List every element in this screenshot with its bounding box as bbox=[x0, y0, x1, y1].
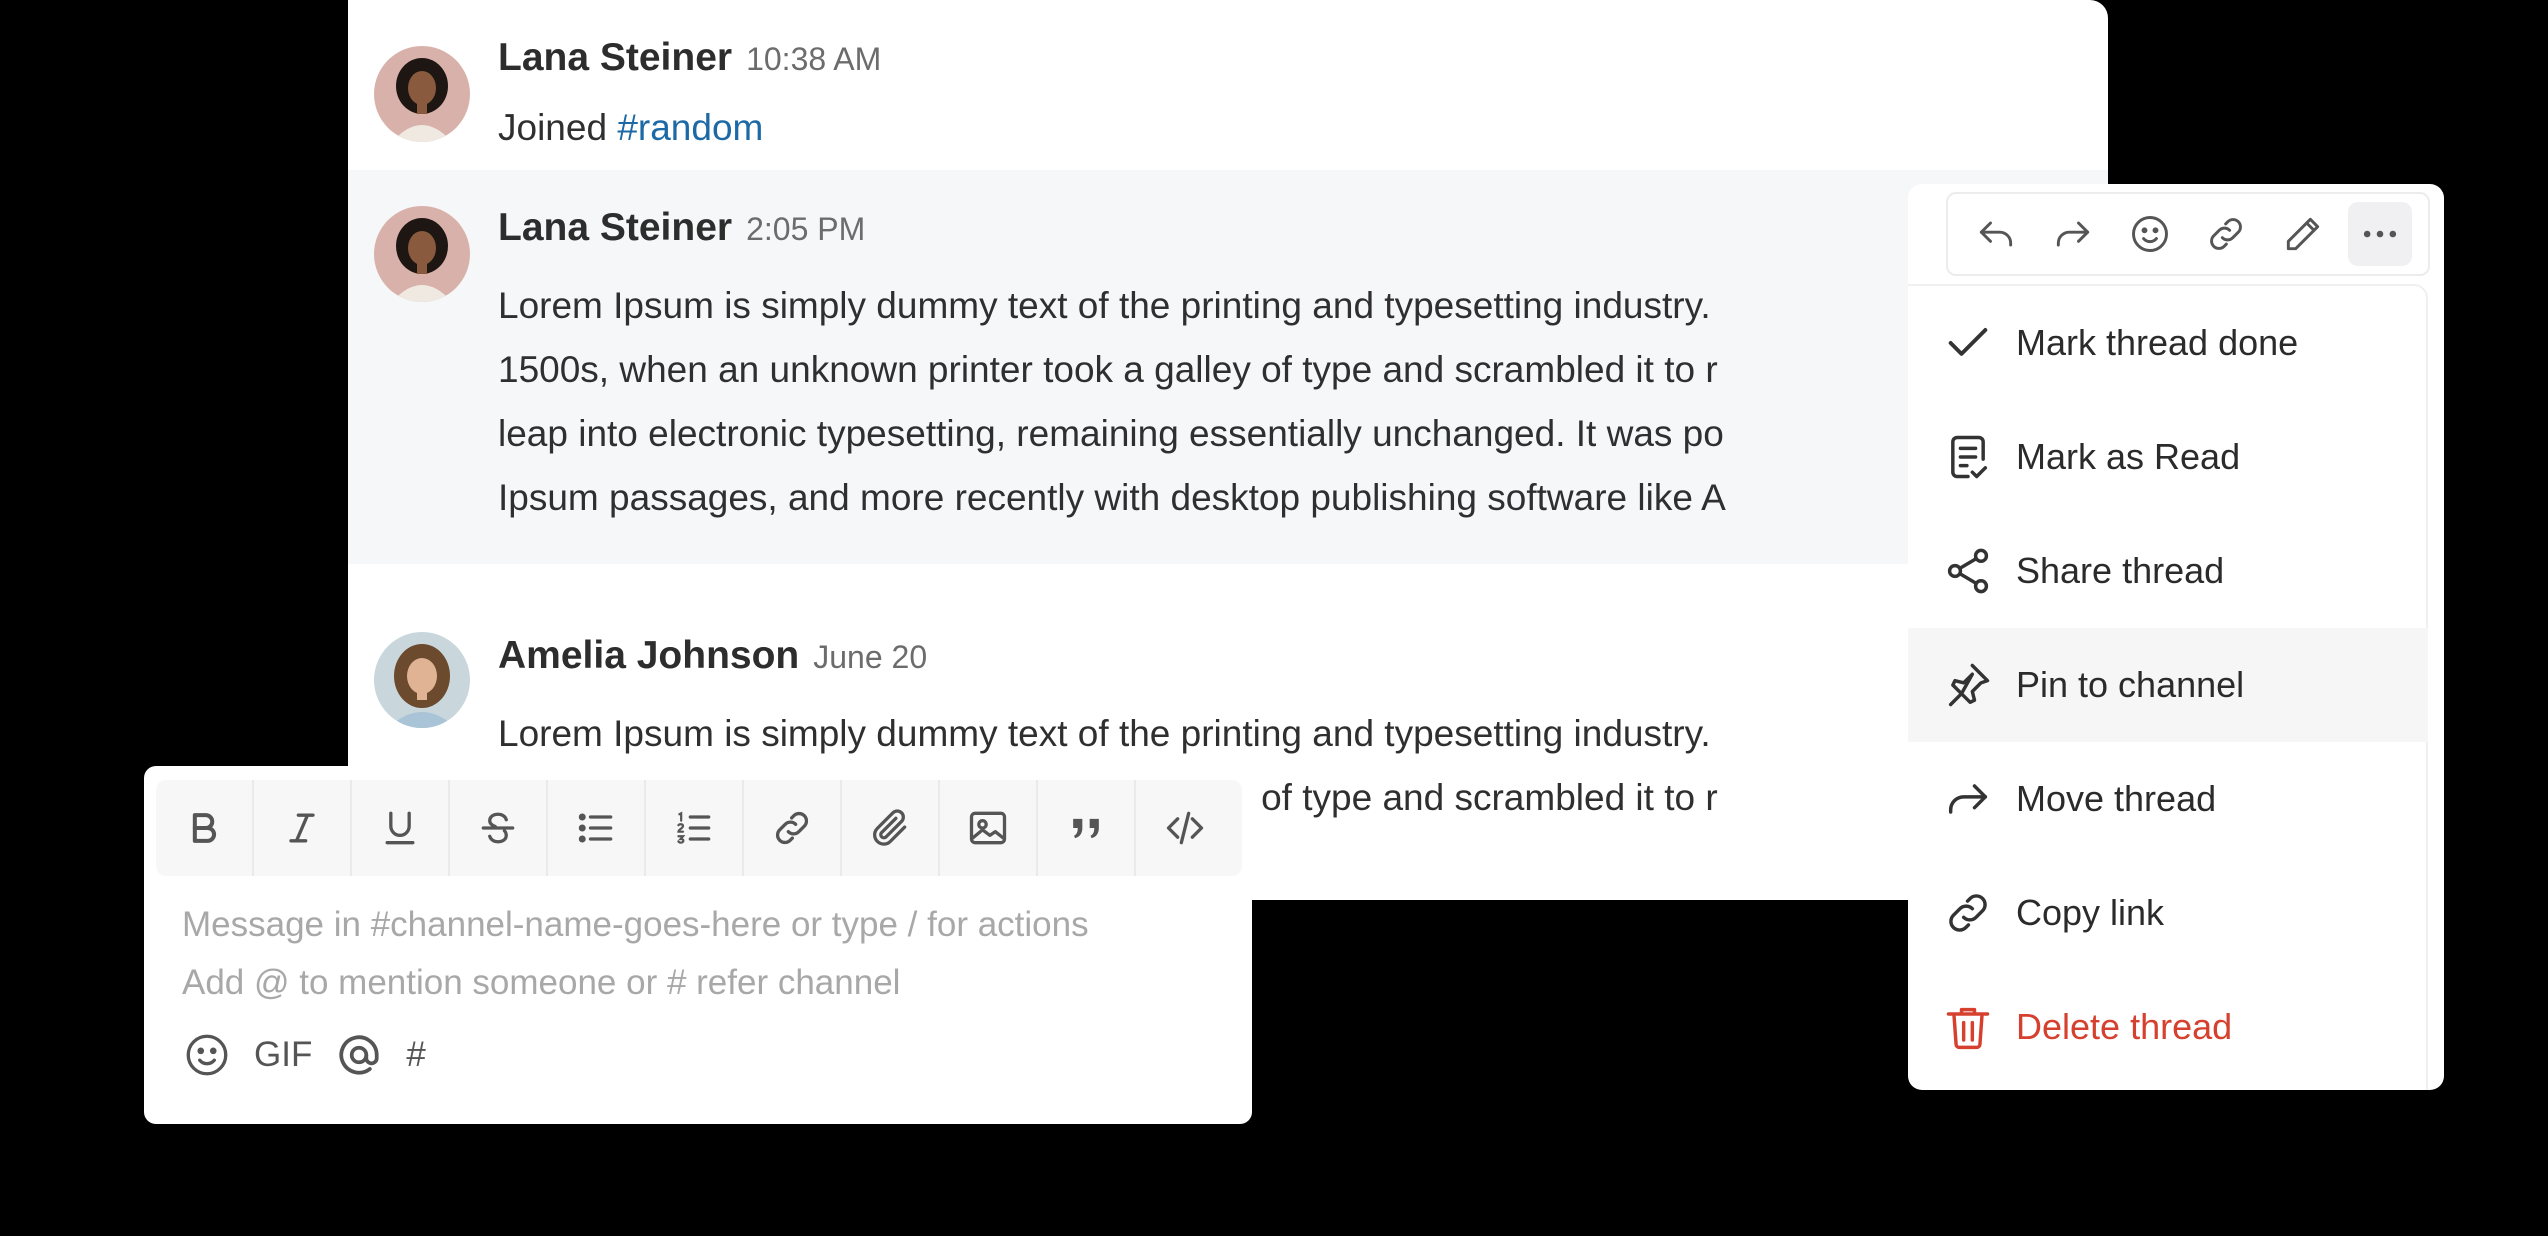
channel-link[interactable]: #random bbox=[617, 107, 763, 148]
link-button[interactable] bbox=[744, 780, 842, 876]
menu-item-delete[interactable]: Delete thread bbox=[1908, 970, 2428, 1084]
message-highlighted[interactable]: Lana Steiner 2:05 PM Lorem Ipsum is simpl… bbox=[348, 170, 2108, 564]
react-button[interactable] bbox=[2118, 202, 2182, 266]
message-line: Ipsum passages, and more recently with d… bbox=[498, 477, 1726, 518]
share-icon bbox=[1947, 548, 1989, 594]
link-icon bbox=[2210, 218, 2243, 250]
quote-icon bbox=[1073, 818, 1099, 839]
image-button[interactable] bbox=[940, 780, 1038, 876]
avatar[interactable] bbox=[374, 46, 470, 142]
gif-button[interactable]: GIF bbox=[254, 1035, 312, 1075]
menu-item-share[interactable]: Share thread bbox=[1908, 514, 2428, 628]
underline-icon bbox=[385, 811, 415, 845]
check-icon bbox=[1948, 328, 1988, 356]
numbered-list-button[interactable] bbox=[646, 780, 744, 876]
quick-actions-bar bbox=[1946, 192, 2430, 276]
emoji-icon[interactable] bbox=[182, 1030, 232, 1080]
edit-icon bbox=[2286, 217, 2320, 251]
message-body: Joined #random bbox=[498, 96, 763, 160]
message-line: leap into electronic typesetting, remain… bbox=[498, 413, 1724, 454]
timestamp: 10:38 AM bbox=[746, 41, 882, 77]
message-body: Lorem Ipsum is simply dummy text of the … bbox=[498, 274, 1726, 530]
menu-list: Mark thread done Mark as Read Share thre… bbox=[1908, 284, 2428, 1090]
quote-button[interactable] bbox=[1038, 780, 1136, 876]
timestamp: 2:05 PM bbox=[746, 211, 866, 247]
message-input[interactable]: Message in #channel-name-goes-here or ty… bbox=[182, 896, 1089, 1012]
more-icon bbox=[2363, 230, 2396, 238]
forward-button[interactable] bbox=[2041, 202, 2105, 266]
menu-item-label: Mark thread done bbox=[2016, 322, 2299, 363]
emoji-icon bbox=[2131, 216, 2168, 252]
author-name[interactable]: Lana Steiner bbox=[498, 206, 732, 249]
numbered-list-icon bbox=[677, 811, 711, 844]
avatar[interactable] bbox=[374, 632, 470, 728]
mention-icon[interactable] bbox=[334, 1030, 384, 1080]
menu-item-label: Pin to channel bbox=[2016, 664, 2245, 705]
menu-item-label: Mark as Read bbox=[2016, 436, 2241, 477]
message[interactable]: Lana Steiner 10:38 AM Joined #random bbox=[348, 0, 2108, 170]
message-line: Lorem Ipsum is simply dummy text of the … bbox=[498, 285, 1711, 326]
menu-item-copy-link[interactable]: Copy link bbox=[1908, 856, 2428, 970]
menu-item-mark-done[interactable]: Mark thread done bbox=[1908, 286, 2428, 400]
edit-button[interactable] bbox=[2271, 202, 2335, 266]
timestamp: June 20 bbox=[813, 639, 928, 675]
message-text: Joined bbox=[498, 107, 618, 148]
forward-icon bbox=[2056, 221, 2090, 247]
attach-button[interactable] bbox=[842, 780, 940, 876]
menu-item-mark-read[interactable]: Mark as Read bbox=[1908, 400, 2428, 514]
reply-button[interactable] bbox=[1964, 202, 2028, 266]
bullet-list-icon bbox=[578, 813, 613, 843]
message-header: Lana Steiner 10:38 AM bbox=[498, 36, 881, 80]
author-name[interactable]: Amelia Johnson bbox=[498, 634, 799, 677]
composer-actions: GIF # bbox=[182, 1030, 426, 1080]
italic-icon bbox=[289, 813, 315, 843]
bullet-list-button[interactable] bbox=[548, 780, 646, 876]
bold-icon bbox=[192, 813, 217, 843]
underline-button[interactable] bbox=[352, 780, 450, 876]
menu-item-pin[interactable]: Pin to channel bbox=[1908, 628, 2428, 742]
pin-icon bbox=[1948, 663, 1990, 707]
strikethrough-icon bbox=[481, 812, 515, 844]
menu-item-move[interactable]: Move thread bbox=[1908, 742, 2428, 856]
move-arrow-icon bbox=[1948, 784, 1988, 814]
menu-item-label: Share thread bbox=[2016, 550, 2225, 591]
copy-link-quick-button[interactable] bbox=[2194, 202, 2258, 266]
link-icon bbox=[775, 811, 809, 845]
more-button[interactable] bbox=[2347, 202, 2412, 266]
menu-item-label: Copy link bbox=[2016, 892, 2165, 933]
bold-button[interactable] bbox=[156, 780, 254, 876]
strikethrough-button[interactable] bbox=[450, 780, 548, 876]
italic-button[interactable] bbox=[254, 780, 352, 876]
attachment-icon bbox=[873, 809, 907, 846]
message-line: 1500s, when an unknown printer took a ga… bbox=[498, 349, 1718, 390]
chat-panel: Lana Steiner 10:38 AM Joined #random Lana… bbox=[348, 0, 2108, 900]
author-name[interactable]: Lana Steiner bbox=[498, 36, 732, 79]
image-icon bbox=[969, 811, 1007, 845]
menu-item-label: Delete thread bbox=[2016, 1006, 2233, 1047]
message-composer: Message in #channel-name-goes-here or ty… bbox=[144, 766, 1252, 1124]
code-icon bbox=[1166, 811, 1204, 845]
code-button[interactable] bbox=[1136, 780, 1234, 876]
menu-item-label: Move thread bbox=[2016, 778, 2217, 819]
reply-icon bbox=[1980, 221, 2013, 247]
document-check-icon bbox=[1951, 435, 1988, 479]
link-icon bbox=[1949, 894, 1987, 932]
trash-icon bbox=[1946, 1007, 1990, 1050]
hashtag-button[interactable]: # bbox=[406, 1035, 425, 1075]
placeholder-line: Add @ to mention someone or # refer chan… bbox=[182, 963, 901, 1002]
formatting-toolbar bbox=[156, 780, 1242, 876]
message-header: Amelia Johnson June 20 bbox=[498, 634, 927, 678]
avatar[interactable] bbox=[374, 206, 470, 302]
message-line: Lorem Ipsum is simply dummy text of the … bbox=[498, 713, 1711, 754]
thread-context-menu: Mark thread done Mark as Read Share thre… bbox=[1908, 184, 2444, 1090]
placeholder-line: Message in #channel-name-goes-here or ty… bbox=[182, 905, 1089, 944]
message-header: Lana Steiner 2:05 PM bbox=[498, 206, 865, 250]
